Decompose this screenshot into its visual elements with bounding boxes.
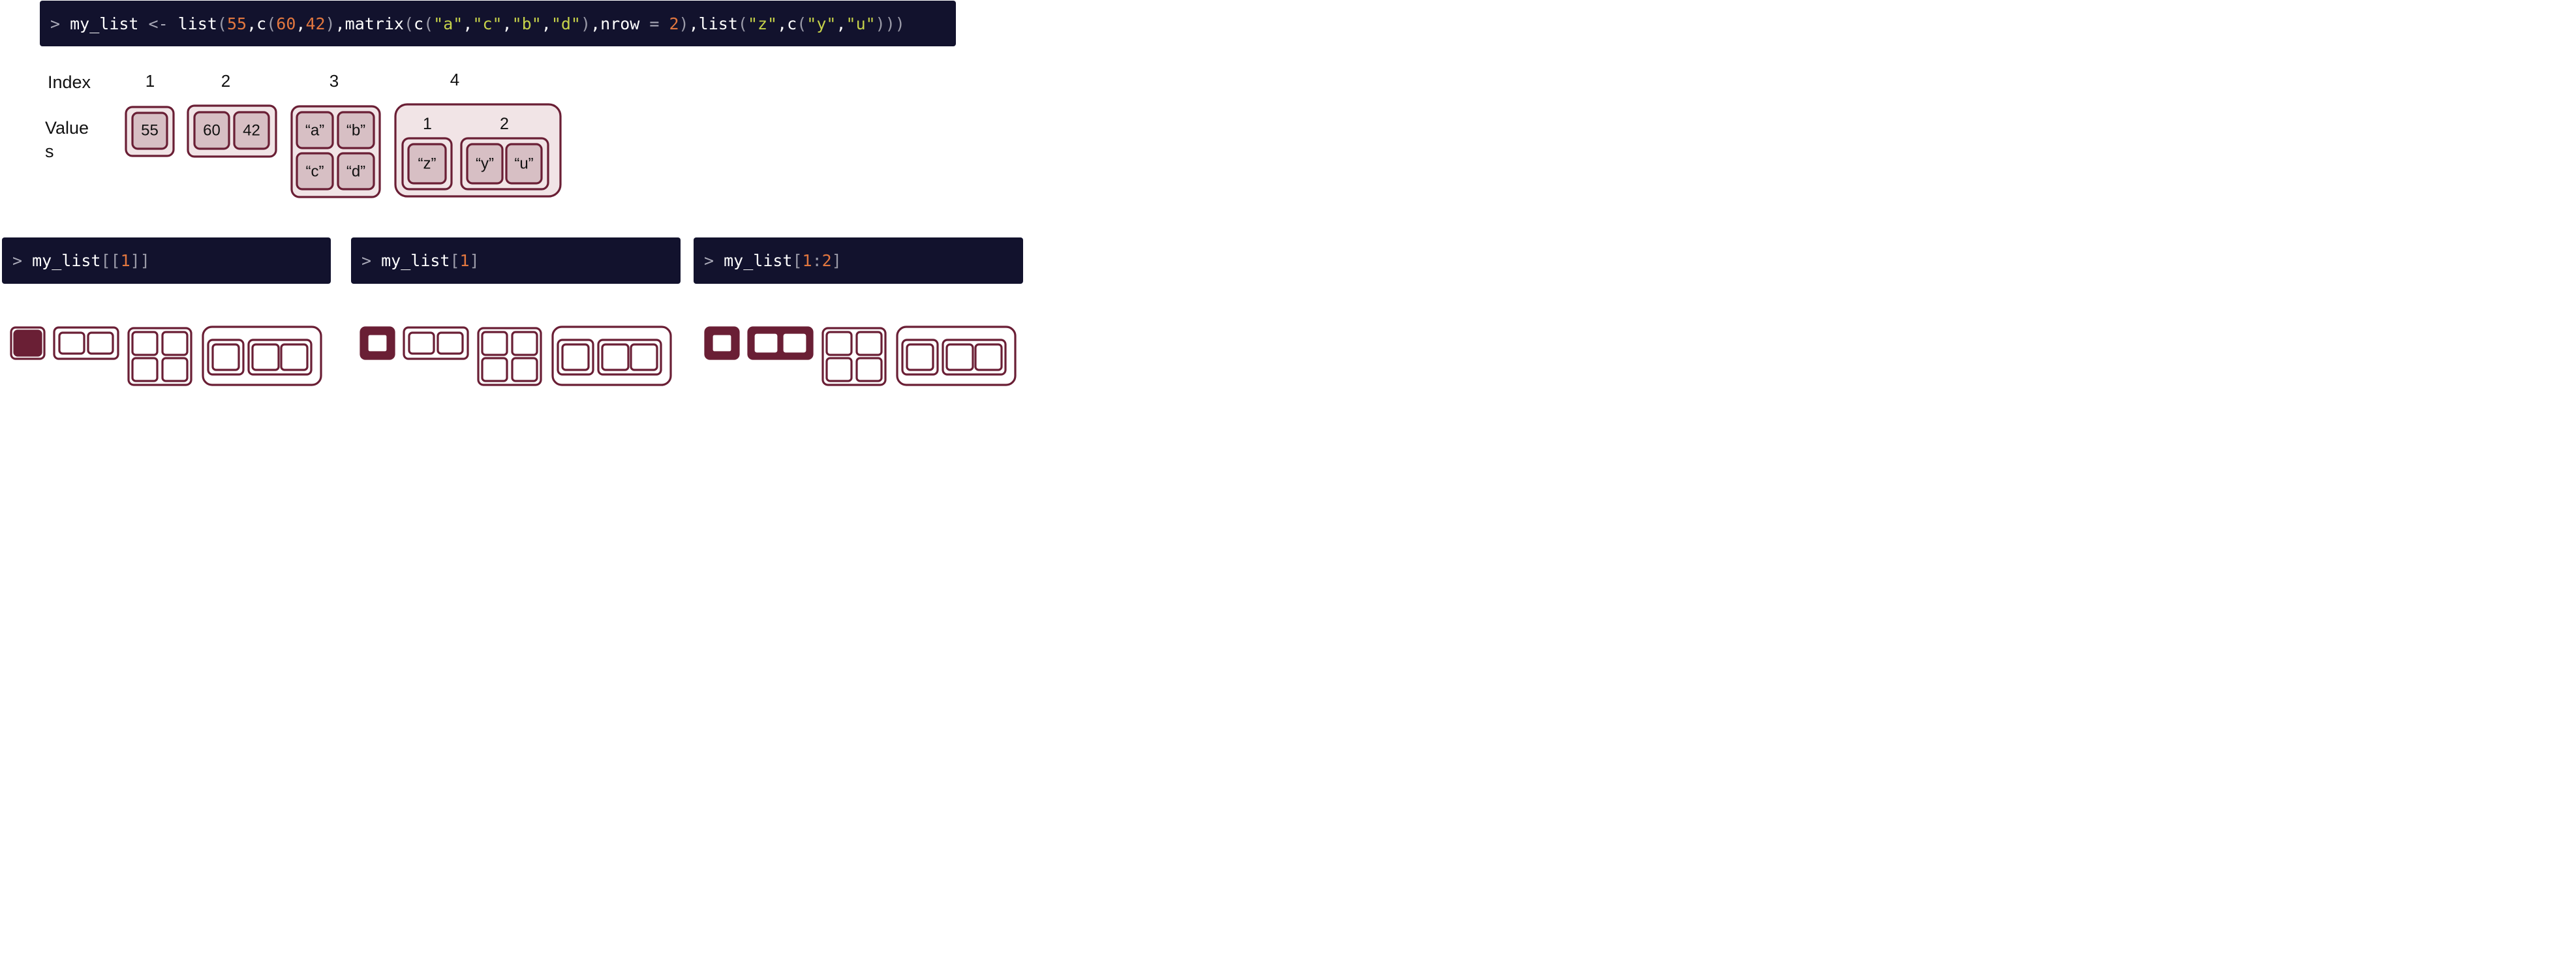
outline-element-3-cell-c: [481, 357, 508, 382]
outline-element-3-cell-b: [855, 331, 883, 356]
outline-element-3-cell-d: [161, 357, 189, 382]
outline-element-3-cell-a: [131, 331, 159, 356]
code-token-plain: my_list: [32, 251, 101, 270]
code-token-num: 2: [821, 251, 832, 270]
element-4-sub-index-2: 2: [500, 115, 509, 133]
code-token-plain: my_list: [381, 251, 450, 270]
outline-element-4-sub-2-cell-1: [251, 343, 280, 371]
element-4-sub-1-value: “z”: [418, 155, 437, 173]
subset-result-1: [10, 326, 322, 386]
element-4-sub-2-value-1: “y”: [476, 155, 494, 173]
outline-element-3-cell-b: [511, 331, 538, 356]
subset-result-diagrams: [10, 326, 1017, 386]
element-4-sub-2-value-2: “u”: [514, 155, 533, 173]
outline-element-3-cell-a: [481, 331, 508, 356]
outline-element-4-sub-2-cell-1: [945, 343, 974, 371]
outline-element-3-cell-b: [161, 331, 189, 356]
element-2-value-2: 42: [243, 122, 260, 140]
element-1-value: 55: [141, 122, 159, 140]
code-block-single-bracket: > my_list[1]: [351, 237, 681, 284]
code-token-paren: ]]: [130, 251, 150, 270]
code-token-prompt: >: [12, 251, 33, 270]
list-element-1: 55: [125, 106, 175, 157]
outline-element-4-sub-1-cell: [561, 343, 590, 371]
code-token-paren: [[: [100, 251, 121, 270]
code-token-paren: ]: [831, 251, 842, 270]
list-element-3: “a” “b” “c” “d”: [290, 105, 381, 198]
list-structure-diagram: 55 60 42 “a” “b” “c” “d” 1 2 “z” “y” “u”: [10, 103, 1017, 386]
element-3-value-c: “c”: [306, 163, 324, 181]
outline-element-3-cell-c: [825, 357, 853, 382]
outline-element-3-cell-d: [511, 357, 538, 382]
list-element-4: 1 2 “z” “y” “u”: [394, 103, 562, 198]
outline-element-4-sub-1-cell: [211, 343, 240, 371]
subset-result-3: [704, 326, 1017, 386]
outline-element-2-cell-2: [781, 331, 808, 355]
code-token-paren: :: [812, 251, 822, 270]
code-token-num: 1: [802, 251, 812, 270]
code-token-paren: ]: [469, 251, 480, 270]
list-element-2: 60 42: [187, 104, 277, 158]
outline-element-2-cell-1: [58, 331, 85, 355]
outline-element-3-cell-a: [825, 331, 853, 356]
outline-element-4-sub-2-cell-2: [280, 343, 309, 371]
outline-element-2-cell-2: [437, 331, 464, 355]
code-token-num: 1: [120, 251, 130, 270]
code-block-range-bracket: > my_list[1:2]: [694, 237, 1023, 284]
code-token-paren: [: [792, 251, 803, 270]
element-3-value-d: “d”: [346, 163, 365, 181]
code-token-plain: my_list: [724, 251, 793, 270]
outline-element-2-cell-1: [752, 331, 780, 355]
code-token-num: 1: [459, 251, 470, 270]
element-3-value-b: “b”: [346, 122, 365, 140]
outline-element-2-cell-1: [408, 331, 435, 355]
outline-element-4-sub-1-cell: [906, 343, 934, 371]
element-4-sub-index-1: 1: [423, 115, 432, 133]
outline-element-4-sub-2-cell-2: [630, 343, 658, 371]
outline-element-3-cell-d: [855, 357, 883, 382]
outline-element-2-cell-2: [87, 331, 114, 355]
outline-element-1-cell: [366, 333, 389, 354]
code-token-prompt: >: [361, 251, 382, 270]
outline-element-3-cell-c: [131, 357, 159, 382]
outline-element-4-sub-2-cell-2: [974, 343, 1003, 371]
element-2-value-1: 60: [203, 122, 221, 140]
code-block-double-bracket: > my_list[[1]]: [2, 237, 331, 284]
code-token-prompt: >: [704, 251, 724, 270]
outline-element-1-cell-selected: [13, 329, 42, 357]
outline-element-1-cell: [711, 333, 733, 354]
outline-element-4-sub-2-cell-1: [601, 343, 630, 371]
subset-result-2: [360, 326, 672, 386]
code-token-paren: [: [450, 251, 460, 270]
element-3-value-a: “a”: [305, 122, 324, 140]
